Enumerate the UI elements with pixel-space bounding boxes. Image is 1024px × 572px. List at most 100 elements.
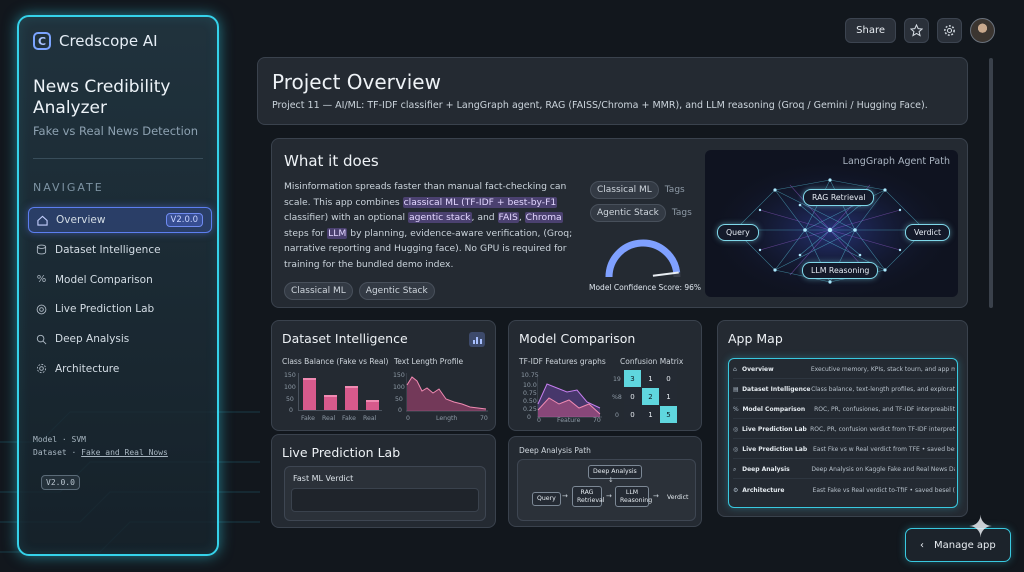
cm-cell: 1 xyxy=(660,388,677,405)
sidebar-item-deep-analysis[interactable]: Deep Analysis xyxy=(28,326,212,352)
x-tick: 70 xyxy=(480,415,488,422)
chip-agentic-stack[interactable]: Agentic Stack xyxy=(358,282,435,300)
card-title: Live Prediction Lab xyxy=(282,445,401,460)
class-balance-bar xyxy=(303,378,316,410)
x-tick: 0 xyxy=(406,415,410,422)
list-item[interactable]: ◎ Live Prediction Lab East Fke vs w Real v… xyxy=(733,441,955,459)
brand[interactable]: C Credscope AI xyxy=(33,32,158,50)
list-item[interactable]: ⌕ Deep Analysis Deep Analysis on Kaggle Fa… xyxy=(733,461,955,479)
x-tick: Real xyxy=(322,415,336,422)
y-tick: 50 xyxy=(395,396,403,403)
sidebar-item-architecture[interactable]: Architecture xyxy=(28,356,212,382)
y-tick: 50 xyxy=(286,396,294,403)
cm-cell: 5 xyxy=(660,406,677,423)
verdict-input[interactable] xyxy=(291,488,479,512)
list-item[interactable]: ◎ Live Prediction Lab ROC, PR, confusion v… xyxy=(733,421,955,439)
nav-heading: NAVIGATE xyxy=(33,181,104,194)
tags-label: Tags xyxy=(671,208,692,218)
cm-row-label: %8 xyxy=(612,394,622,401)
share-button[interactable]: Share xyxy=(845,18,896,43)
chart-title: Text Length Profile xyxy=(394,357,464,366)
section-title: What it does xyxy=(284,152,379,170)
sidebar-item-overview[interactable]: Overview V2.0.0 xyxy=(28,207,212,233)
gauge-label: Model Confidence Score: 96% xyxy=(589,283,702,292)
node-deep-analysis: Deep Analysis xyxy=(588,465,642,479)
sidebar-item-label: Model Comparison xyxy=(55,273,153,286)
sidebar-item-live-prediction-lab[interactable]: Live Prediction Lab xyxy=(28,296,212,322)
tags-label: Tags xyxy=(664,185,685,195)
scrollbar[interactable] xyxy=(989,58,993,308)
cm-cell: 1 xyxy=(642,370,659,387)
node-llm-reasoning: LLM Reasoning xyxy=(615,486,652,507)
tag-classical-ml[interactable]: Classical ML xyxy=(590,181,659,199)
node-query: Query xyxy=(717,224,759,241)
sidebar-item-dataset-intelligence[interactable]: Dataset Intelligence xyxy=(28,237,212,263)
class-balance-bar xyxy=(366,399,379,410)
list-item[interactable]: % Model Comparison ROC, PR, confusiones, a… xyxy=(733,401,955,419)
x-tick: Real xyxy=(363,415,377,422)
deep-analysis-diagram: Deep Analysis ↓ Query → RAG Retrieval → … xyxy=(517,459,696,521)
fast-ml-verdict-panel: Fast ML Verdict xyxy=(284,466,486,521)
x-tick: Feature xyxy=(557,417,581,424)
confusion-matrix: 3 1 0 0 2 1 0 1 5 xyxy=(624,370,677,423)
project-overview-card: Project Overview Project 11 — AI/ML: TF-… xyxy=(257,57,968,125)
chart-title: Confusion Matrix xyxy=(620,357,684,366)
sidebar-item-label: Overview xyxy=(56,214,106,226)
manage-app-button[interactable]: ‹ Manage app xyxy=(905,528,1011,562)
app-map-card: App Map ⌂ Overview Executive memory, KPIs,… xyxy=(717,320,968,517)
brand-name: Credscope AI xyxy=(59,32,158,50)
star-icon xyxy=(910,24,923,37)
gear-icon xyxy=(944,25,955,36)
meta-model-value: SVM xyxy=(71,435,86,444)
settings-icon xyxy=(36,363,47,374)
fast-ml-verdict-title: Fast ML Verdict xyxy=(293,474,354,483)
x-tick: Fake xyxy=(301,415,315,422)
app-map-table: ⌂ Overview Executive memory, KPIs, stack t… xyxy=(728,358,958,508)
sidebar-item-label: Live Prediction Lab xyxy=(55,303,155,316)
card-title: Model Comparison xyxy=(519,331,636,346)
divider xyxy=(33,158,203,159)
chart-icon[interactable] xyxy=(469,332,485,347)
tag-agentic-stack[interactable]: Agentic Stack xyxy=(590,204,666,222)
arrow-right-icon: → xyxy=(562,492,568,500)
what-description: Misinformation spreads faster than manua… xyxy=(284,181,573,270)
search-icon: ⌕ xyxy=(733,465,737,473)
sidebar-item-model-comparison[interactable]: % Model Comparison xyxy=(28,267,212,293)
settings-button[interactable] xyxy=(937,18,962,43)
target-icon xyxy=(36,304,47,315)
chip-classical-ml[interactable]: Classical ML xyxy=(284,282,353,300)
overview-description: Project 11 — AI/ML: TF-IDF classifier + … xyxy=(272,100,928,111)
x-tick: Length xyxy=(436,415,458,422)
topbar: Share xyxy=(845,18,995,43)
y-tick: 0 xyxy=(527,414,531,421)
tfidf-chart xyxy=(537,374,602,418)
sidebar: C Credscope AI News Credibility Analyzer… xyxy=(17,15,219,556)
chart-title: TF-IDF Features graphs xyxy=(519,357,606,366)
search-icon xyxy=(36,334,47,345)
database-icon xyxy=(36,244,47,255)
sidebar-item-label: Deep Analysis xyxy=(55,333,130,346)
avatar[interactable] xyxy=(970,18,995,43)
list-item[interactable]: ⌂ Overview Executive memory, KPIs, stack t… xyxy=(733,361,955,379)
arrow-right-icon: → xyxy=(606,492,612,500)
star-button[interactable] xyxy=(904,18,929,43)
langgraph-diagram: LangGraph Agent Path Query RAG Retrieval… xyxy=(705,150,958,297)
node-llm-reasoning: LLM Reasoning xyxy=(802,262,879,279)
x-tick: 70 xyxy=(593,417,601,424)
arrow-right-icon: → xyxy=(653,492,659,500)
cm-cell: 0 xyxy=(624,406,641,423)
tag-row-classical: Classical ML Tags xyxy=(590,181,685,199)
x-tick: Fake xyxy=(342,415,356,422)
node-rag-retrieval: RAG Retrieval xyxy=(572,486,605,507)
list-item[interactable]: ⚙ Architecture East Fake vs Real verdict t… xyxy=(733,481,955,499)
deep-analysis-path-card: Deep Analysis Path Deep Analysis ↓ Query… xyxy=(508,436,702,527)
settings-icon: ⚙ xyxy=(733,486,739,494)
node-verdict: Verdict xyxy=(905,224,951,241)
cm-cell: 3 xyxy=(624,370,641,387)
chip-row: Classical ML Agentic Stack xyxy=(284,282,435,300)
arrow-down-icon: ↓ xyxy=(608,476,614,484)
meta-dataset-link[interactable]: Fake and Real Nows xyxy=(81,448,168,457)
cm-cell: 0 xyxy=(624,388,641,405)
node-verdict: Verdict xyxy=(667,494,689,501)
list-item[interactable]: ▤ Dataset Intelligence Class balance, text… xyxy=(733,381,955,399)
